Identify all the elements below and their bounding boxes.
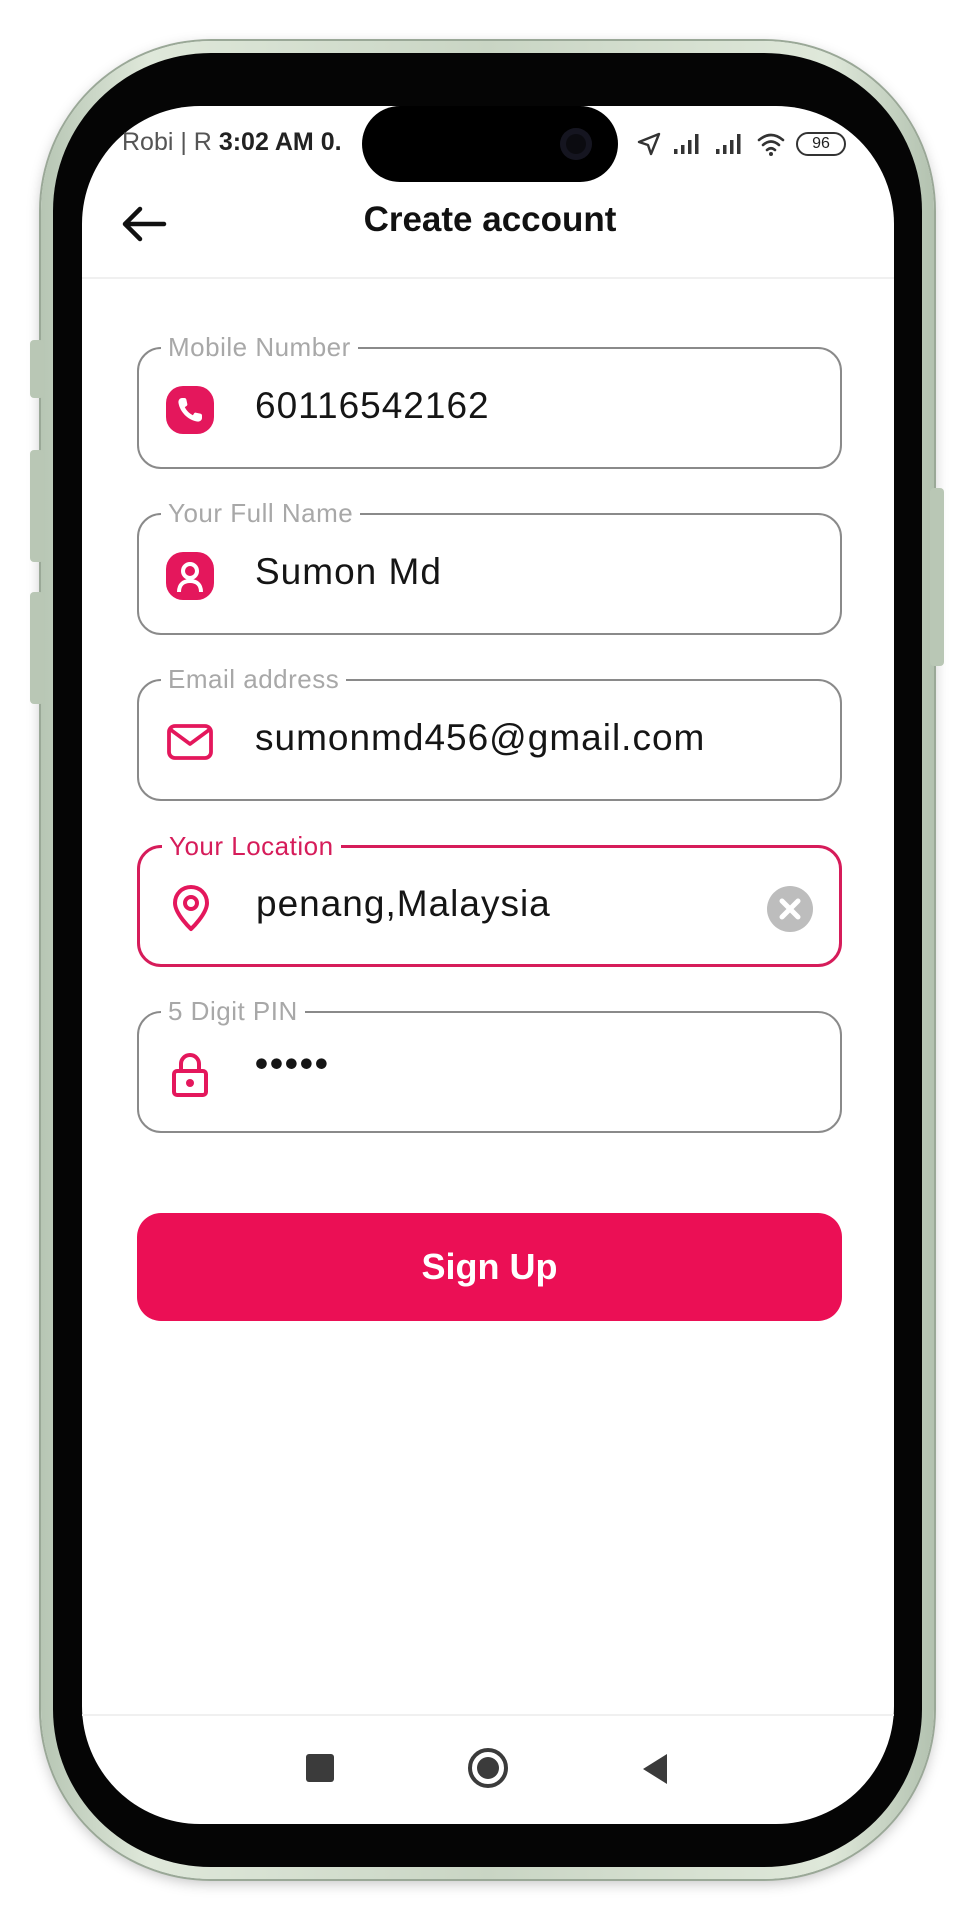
field-label: Mobile Number [161, 332, 358, 363]
mobile-number-value: 60116542162 [255, 385, 490, 426]
mail-icon [167, 724, 213, 760]
battery-level: 96 [812, 135, 830, 152]
side-button [30, 450, 44, 562]
clear-icon [779, 898, 801, 920]
header-divider [82, 277, 894, 279]
user-icon [166, 552, 214, 600]
status-left: Robi | R 3:02 AM 0. [122, 128, 342, 157]
camera-icon [560, 128, 592, 160]
arrow-left-icon [122, 206, 167, 242]
field-label: Your Location [162, 831, 341, 862]
back-icon[interactable] [643, 1754, 667, 1784]
signal-icon [674, 134, 699, 154]
location-value: penang,Malaysia [256, 883, 551, 924]
sign-up-button[interactable]: Sign Up [137, 1213, 842, 1321]
lock-icon [172, 1052, 208, 1097]
recents-icon[interactable] [306, 1754, 334, 1782]
location-pin-icon [173, 885, 209, 931]
field-label: Email address [161, 664, 347, 695]
status-right: 96 [636, 126, 846, 162]
field-label: 5 Digit PIN [161, 996, 305, 1027]
clear-location-button[interactable] [767, 886, 813, 932]
wifi-icon [757, 133, 785, 156]
side-button [930, 488, 944, 666]
email-value: sumonmd456@gmail.com [255, 717, 706, 758]
email-field[interactable]: Email address sumonmd456@gmail.com [137, 664, 842, 801]
page-title: Create account [363, 200, 617, 239]
full-name-value: Sumon Md [255, 551, 442, 592]
time-text: 3:02 AM [218, 128, 314, 156]
pin-value: ••••• [255, 1043, 330, 1084]
phone-icon [166, 386, 214, 434]
nav-divider [82, 1714, 894, 1716]
side-button [30, 592, 44, 704]
home-icon[interactable] [468, 1748, 508, 1788]
full-name-field[interactable]: Your Full Name Sumon Md [137, 498, 842, 635]
field-label: Your Full Name [161, 498, 361, 529]
pin-field[interactable]: 5 Digit PIN ••••• [137, 996, 842, 1133]
battery-icon: 96 [796, 132, 846, 156]
side-button [30, 340, 44, 398]
mobile-number-field[interactable]: Mobile Number 60116542162 [137, 332, 842, 469]
data-rate-text: 0. [320, 128, 342, 156]
back-button[interactable] [116, 196, 172, 252]
location-field[interactable]: Your Location penang,Malaysia [137, 831, 842, 967]
carrier-text: Robi | R [122, 128, 212, 156]
signal-icon [716, 134, 741, 154]
location-arrow-icon [637, 132, 661, 156]
